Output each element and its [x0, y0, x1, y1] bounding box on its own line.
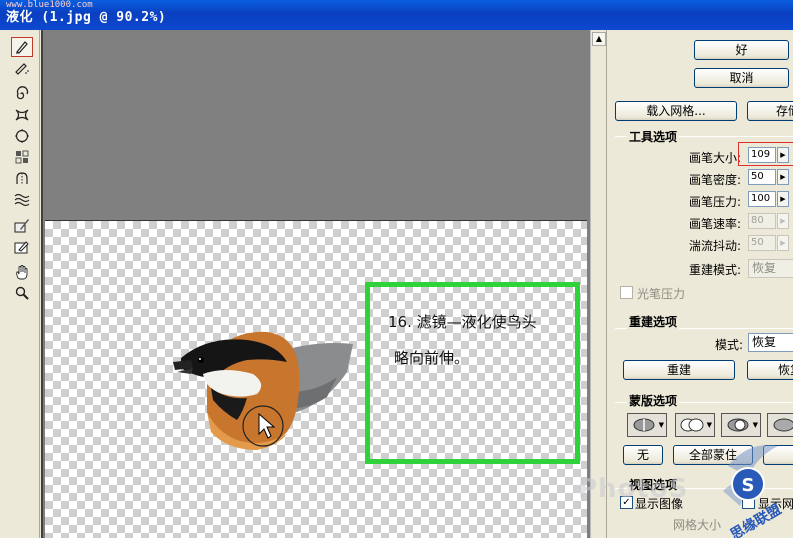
dropdown-arrow-icon: ▼: [706, 421, 712, 429]
liquify-toolbar: [0, 30, 40, 538]
subtract-selection-mask-button[interactable]: ▼: [721, 413, 761, 437]
turbulent-jitter-input: 50: [748, 235, 776, 251]
cancel-button[interactable]: 取消: [694, 68, 789, 88]
mirror-icon[interactable]: [11, 168, 33, 188]
brush-size-label: 画笔大小:: [688, 151, 741, 165]
annotation-box: 16. 滤镜—液化使鸟头 略向前伸。: [365, 282, 580, 464]
tool-options-title: 工具选项: [627, 128, 680, 145]
save-mesh-button[interactable]: 存储: [747, 101, 793, 121]
mask-intersect-icon: [773, 418, 793, 432]
brush-density-label: 画笔密度:: [688, 173, 741, 187]
canvas-background: [43, 30, 594, 220]
reconstruct-mode-label: 重建模式:: [688, 263, 741, 277]
zoom-icon[interactable]: [11, 283, 33, 303]
turbulence-icon[interactable]: [11, 189, 33, 209]
annotation-line-2: 略向前伸。: [394, 349, 470, 367]
site-logo-icon: S 思缘联盟: [723, 445, 784, 538]
replace-selection-mask-button[interactable]: ▼: [627, 413, 667, 437]
svg-text:思缘联盟: 思缘联盟: [727, 501, 784, 538]
mesh-size-label: 网格大小: [673, 518, 722, 532]
title-bar: www.blue1000.com 液化 (1.jpg @ 90.2%): [0, 0, 793, 30]
ok-button[interactable]: 好: [694, 40, 789, 60]
photoshop-watermark: PhotoS: [578, 474, 689, 504]
mask-subtract-icon: [727, 418, 749, 432]
mask-replace-icon: [633, 418, 655, 432]
preview-canvas[interactable]: 16. 滤镜—液化使鸟头 略向前伸。 ▲: [41, 30, 606, 538]
brush-pressure-label: 画笔压力:: [688, 195, 741, 209]
warp-icon[interactable]: [11, 37, 33, 57]
brush-pressure-input[interactable]: 100: [748, 191, 776, 207]
push-left-icon[interactable]: [11, 147, 33, 167]
stylus-pressure-label: 光笔压力: [637, 287, 686, 301]
brush-rate-label: 画笔速率:: [688, 217, 741, 231]
reconstruct-mode-label-2: 模式:: [714, 338, 743, 352]
brush-density-arrow-icon[interactable]: ▶: [777, 169, 789, 185]
pucker-icon[interactable]: [11, 105, 33, 125]
reconstruct-button[interactable]: 重建: [623, 360, 735, 380]
load-mesh-button[interactable]: 载入网格...: [615, 101, 737, 121]
mask-options-title: 蒙版选项: [627, 392, 680, 409]
mask-none-button[interactable]: 无: [623, 445, 663, 465]
turbulent-jitter-arrow-icon: ▶: [777, 235, 789, 251]
reconstruct-mode-select: 恢复: [748, 259, 793, 278]
scroll-up-icon[interactable]: ▲: [592, 32, 606, 46]
reconstruct-options-title: 重建选项: [627, 313, 680, 330]
thaw-mask-icon[interactable]: [11, 236, 33, 256]
reconstruct-icon[interactable]: [11, 58, 33, 78]
twirl-clockwise-icon[interactable]: [11, 84, 33, 104]
window-title: 液化 (1.jpg @ 90.2%): [6, 10, 167, 25]
brush-size-input[interactable]: 109: [748, 147, 776, 163]
add-selection-mask-button[interactable]: ▼: [675, 413, 715, 437]
restore-all-button[interactable]: 恢复: [747, 360, 793, 380]
turbulent-jitter-label: 湍流抖动:: [688, 239, 741, 253]
annotation-line-1: 16. 滤镜—液化使鸟头: [388, 313, 537, 331]
bloat-icon[interactable]: [11, 126, 33, 146]
svg-text:S: S: [742, 475, 755, 496]
dropdown-arrow-icon: ▼: [752, 421, 758, 429]
brush-rate-input: 80: [748, 213, 776, 229]
brush-size-arrow-icon[interactable]: ▶: [777, 147, 789, 163]
stylus-pressure-checkbox: [620, 286, 633, 299]
canvas-scrollbar[interactable]: ▲: [590, 30, 606, 538]
bird-image: [173, 331, 353, 450]
freeze-mask-icon[interactable]: [11, 215, 33, 235]
hand-icon[interactable]: [11, 262, 33, 282]
brush-rate-arrow-icon: ▶: [777, 213, 789, 229]
intersect-selection-mask-button[interactable]: [767, 413, 793, 437]
brush-density-input[interactable]: 50: [748, 169, 776, 185]
dropdown-arrow-icon: ▼: [658, 421, 664, 429]
mask-add-icon: [680, 418, 704, 432]
brush-pressure-arrow-icon[interactable]: ▶: [777, 191, 789, 207]
reconstruct-options-mode-select[interactable]: 恢复: [748, 333, 793, 352]
